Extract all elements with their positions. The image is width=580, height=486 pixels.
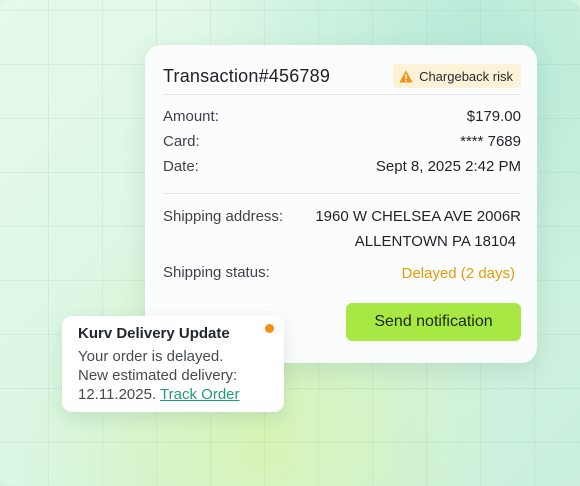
shipping-address-label: Shipping address: xyxy=(163,208,284,225)
shipping-address-line2: ALLENTOWN PA 18104 xyxy=(354,233,516,250)
date-value: Sept 8, 2025 2:42 PM xyxy=(375,158,521,175)
delivery-notification-toast: Kurv Delivery Update Your order is delay… xyxy=(62,316,284,412)
divider xyxy=(163,94,521,95)
unread-dot-icon xyxy=(265,324,274,333)
divider xyxy=(163,193,521,194)
date-label: Date: xyxy=(163,158,199,175)
shipping-address-line1: 1960 W CHELSEA AVE 2006R xyxy=(315,208,521,225)
transaction-title: Transaction#456789 xyxy=(163,66,331,86)
track-order-link[interactable]: Track Order xyxy=(160,386,239,403)
shipping-status-value: Delayed (2 days) xyxy=(401,265,515,282)
toast-date: 12.11.2025. xyxy=(78,386,157,403)
toast-title: Kurv Delivery Update xyxy=(78,325,230,342)
badge-label: Chargeback risk xyxy=(419,68,513,84)
toast-body: Your order is delayed. New estimated del… xyxy=(78,347,278,404)
card-value: **** 7689 xyxy=(460,133,521,150)
toast-line: New estimated delivery: xyxy=(78,367,238,384)
warning-icon xyxy=(399,70,413,83)
toast-line: 12.11.2025. Track Order xyxy=(78,385,278,404)
shipping-status-label: Shipping status: xyxy=(163,264,270,281)
card-label: Card: xyxy=(163,133,200,150)
amount-value: $179.00 xyxy=(466,108,521,125)
send-notification-button[interactable]: Send notification xyxy=(346,303,521,341)
toast-line: Your order is delayed. xyxy=(78,348,224,365)
chargeback-risk-badge: Chargeback risk xyxy=(393,64,521,88)
amount-label: Amount: xyxy=(163,108,219,125)
